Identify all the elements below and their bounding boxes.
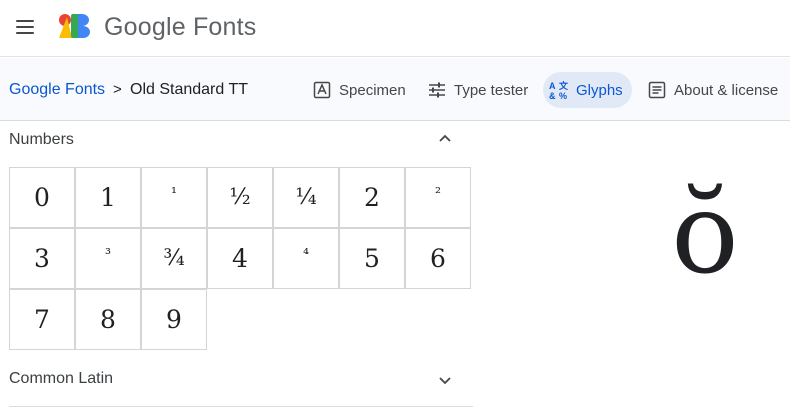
breadcrumb-root-link[interactable]: Google Fonts (9, 81, 105, 99)
chevron-down-icon[interactable] (438, 376, 452, 386)
tab-about-license[interactable]: About & license (641, 72, 787, 108)
glyph-cell[interactable]: ½ (207, 167, 273, 228)
glyph-cell[interactable]: 7 (9, 289, 75, 350)
glyph-cell[interactable]: 4 (207, 228, 273, 289)
font-subnav: Google Fonts > Old Standard TT Specimen … (0, 58, 790, 121)
svg-text:%: % (559, 91, 567, 100)
glyph-cell[interactable]: 6 (405, 228, 471, 289)
svg-text:A: A (549, 81, 556, 91)
glyph-cell[interactable]: ⁴ (273, 228, 339, 289)
glyph-cell[interactable]: ³ (75, 228, 141, 289)
glyph-cell[interactable]: ¹ (141, 167, 207, 228)
section-title-common-latin[interactable]: Common Latin (9, 370, 113, 388)
chevron-up-icon[interactable] (438, 133, 452, 143)
glyph-preview: ŏ (671, 169, 739, 299)
tab-type-tester[interactable]: Type tester (421, 72, 537, 108)
glyph-cell[interactable]: 3 (9, 228, 75, 289)
google-fonts-logo[interactable] (58, 13, 92, 39)
tab-glyphs-label: Glyphs (576, 81, 623, 99)
tab-glyphs[interactable]: A 文 & % Glyphs (543, 72, 632, 108)
glyph-cell[interactable]: ¾ (141, 228, 207, 289)
numbers-glyph-grid: 0 1 ¹ ½ ¼ 2 ² 3 ³ ¾ 4 ⁴ 5 6 7 8 9 (9, 167, 473, 351)
glyph-cell[interactable]: 1 (75, 167, 141, 228)
glyph-cell[interactable]: ¼ (273, 167, 339, 228)
specimen-icon (313, 81, 331, 99)
section-title-numbers: Numbers (9, 131, 74, 148)
tab-specimen-label: Specimen (339, 81, 406, 99)
glyphs-icon: A 文 & % (549, 80, 569, 100)
glyph-cell[interactable]: 2 (339, 167, 405, 228)
tune-icon (429, 82, 445, 98)
glyph-cell[interactable]: ² (405, 167, 471, 228)
glyph-cell[interactable]: 9 (141, 289, 207, 350)
breadcrumb-current: Old Standard TT (130, 81, 248, 98)
article-icon (648, 81, 666, 99)
glyph-cell[interactable]: 8 (75, 289, 141, 350)
svg-text:&: & (549, 91, 556, 100)
tab-about-license-label: About & license (674, 81, 779, 99)
svg-text:文: 文 (558, 80, 569, 91)
breadcrumb-separator: > (113, 81, 122, 98)
tab-specimen[interactable]: Specimen (306, 72, 415, 108)
top-app-bar: Google Fonts (0, 0, 790, 57)
tab-type-tester-label: Type tester (454, 81, 529, 99)
section-divider (9, 406, 473, 407)
glyph-cell[interactable]: 5 (339, 228, 405, 289)
glyph-cell[interactable]: 0 (9, 167, 75, 228)
brand-title[interactable]: Google Fonts (104, 13, 257, 42)
hamburger-icon[interactable] (14, 17, 36, 37)
